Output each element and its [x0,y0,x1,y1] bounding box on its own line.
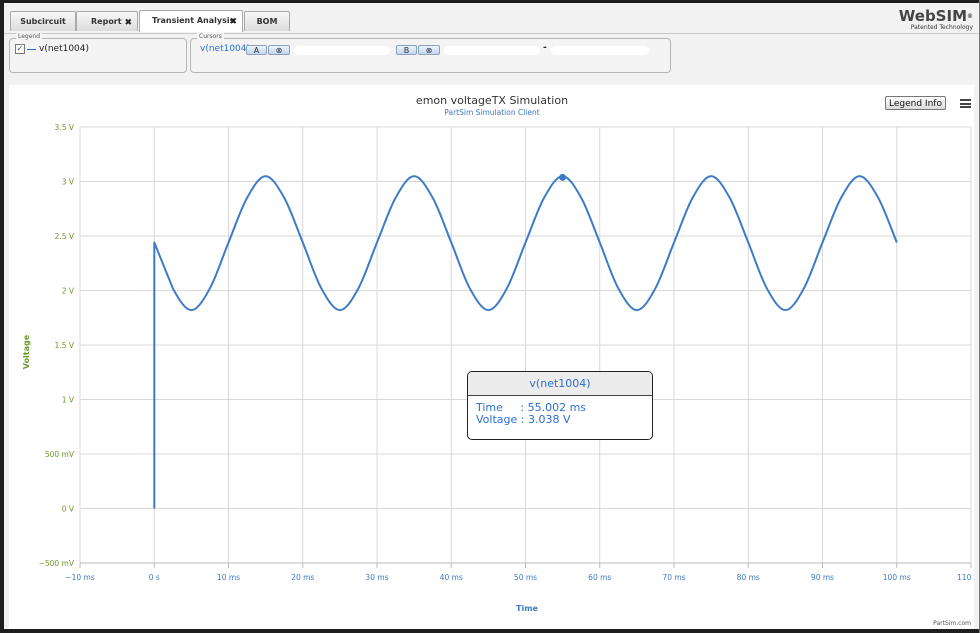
x-axis-label: Time [516,604,539,613]
y-tick-label: 500 mV [45,450,75,459]
tab-bar: Subcircuit Report ✖ Transient Analysis ✖… [4,3,979,34]
cursor-delta-field[interactable] [551,46,649,55]
logo-text: WebSIM [898,7,967,25]
x-tick-label: −10 ms [65,573,95,582]
chart-area: −500 mV 0 V 500 mV 1 V 1.5 V 2 V 2.5 V 3 V 3.5 V… [9,85,974,629]
y-tick-label: 3.5 V [55,123,75,132]
cursors-panel-title: Cursors [197,33,224,40]
clear-cursor-b-icon[interactable]: ⊗ [418,45,440,55]
cursor-b-value-field[interactable] [444,46,540,55]
legend-item: ✓ v(net1004) [15,44,89,54]
x-tick-label: 60 ms [588,573,611,582]
menu-icon[interactable] [960,99,971,108]
tooltip-voltage: Voltage : 3.038 V [476,413,571,426]
x-tick-label: 30 ms [365,573,388,582]
x-tick-label: 20 ms [291,573,314,582]
y-tick-label: 2 V [62,287,75,296]
chart-title: emon voltageTX Simulation [416,94,568,107]
y-tick-label: 1 V [62,396,75,405]
cursor-series-label: v(net1004) [200,44,251,54]
series-checkbox[interactable]: ✓ [15,44,25,54]
x-tick-label: 40 ms [440,573,463,582]
highlighted-data-point [559,173,567,181]
cursor-b-button[interactable]: B [396,45,417,55]
tab-subcircuit[interactable]: Subcircuit [10,11,76,31]
y-tick-label: 1.5 V [55,341,75,350]
x-tick-label: 110 ms [957,573,974,582]
chart-subtitle: PartSim Simulation Client [444,108,539,117]
x-tick-label: 100 ms [883,573,911,582]
y-tick-label: 3 V [62,178,75,187]
tab-bom[interactable]: BOM [244,11,290,31]
app-window: Subcircuit Report ✖ Transient Analysis ✖… [4,3,979,629]
legend-panel-title: Legend [16,33,43,40]
y-tick-label: −500 mV [39,559,75,568]
series-line-swatch [27,48,36,50]
x-tick-label: 10 ms [217,573,240,582]
logo-tagline: Patented Technology [910,24,973,31]
x-tick-label: 0 s [149,573,160,582]
tab-label: Subcircuit [20,17,66,26]
y-tick-label: 0 V [62,505,75,514]
tab-report[interactable]: Report ✖ [76,11,138,31]
registered-mark: ® [967,13,973,20]
clear-cursor-a-icon[interactable]: ⊗ [268,45,290,55]
credit-text: PartSim.com [933,620,971,627]
tab-label: BOM [256,17,278,26]
x-tick-label: 90 ms [811,573,834,582]
tab-label: Report [91,17,122,26]
websim-logo: WebSIM® Patented Technology [898,7,973,32]
transient-chart[interactable]: −500 mV 0 V 500 mV 1 V 1.5 V 2 V 2.5 V 3 V 3.5 V… [9,85,974,629]
tooltip-title: v(net1004) [468,372,652,396]
data-point-tooltip: v(net1004) Time : 55.002 ms Voltage : 3.… [467,371,653,440]
y-tick-label: 2.5 V [55,232,75,241]
cursor-a-button[interactable]: A [246,45,267,55]
x-tick-label: 70 ms [662,573,685,582]
legend-info-button[interactable]: Legend Info [885,96,946,110]
close-icon[interactable]: ✖ [124,13,132,33]
cursor-a-value-field[interactable] [294,46,390,55]
y-axis-label: Voltage [22,334,31,369]
x-tick-label: 80 ms [737,573,760,582]
legend-series-label: v(net1004) [39,44,90,54]
x-tick-label: 50 ms [514,573,537,582]
tab-label: Transient Analysis [152,16,235,25]
cursor-separator: - [543,43,547,53]
close-icon[interactable]: ✖ [229,12,237,32]
legend-panel: Legend ✓ v(net1004) [9,33,187,73]
cursors-panel: Cursors v(net1004) A ⊗ B ⊗ - [190,33,671,73]
tab-transient-analysis[interactable]: Transient Analysis ✖ [139,10,243,32]
